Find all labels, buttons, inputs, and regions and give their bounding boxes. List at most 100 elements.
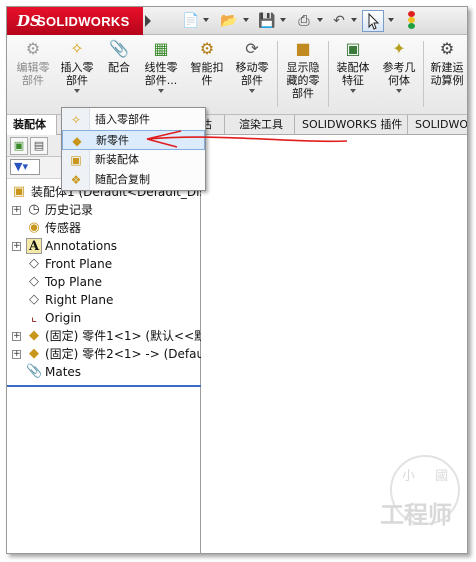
tree-item-label: Annotations — [45, 239, 118, 253]
chevron-down-icon[interactable] — [249, 89, 255, 93]
tab-render-tools[interactable]: 渲染工具 — [233, 115, 295, 135]
ds-logo-icon: DS — [17, 12, 41, 30]
edit-component-button[interactable]: ⚙ 编辑零 部件 — [13, 39, 53, 111]
edit-component-label-line1: 编辑零 — [16, 61, 50, 74]
move-component-button[interactable]: ⟳ 移动零 部件 — [231, 39, 273, 111]
solidworks-logo[interactable]: DS SOLIDWORKS — [7, 7, 143, 35]
expand-plus-icon[interactable]: + — [12, 242, 21, 251]
tree-item-part2[interactable]: + ◆ (固定) 零件2<1> -> (Defau — [7, 345, 201, 363]
tree-item-sensors[interactable]: ◉ 传感器 — [7, 219, 201, 237]
chevron-down-icon[interactable] — [243, 18, 249, 22]
chevron-down-icon[interactable] — [351, 18, 357, 22]
save-disk-icon[interactable]: 💾 — [257, 11, 277, 31]
filter-funnel-icon[interactable]: ▼▾ — [10, 159, 40, 175]
sensor-icon: ◉ — [28, 220, 40, 235]
print-icon[interactable]: ⎙ — [294, 11, 314, 31]
tree-item-front-plane[interactable]: ◇ Front Plane — [7, 255, 201, 273]
tree-item-label: Mates — [45, 365, 82, 379]
tree-item-right-plane[interactable]: ◇ Right Plane — [7, 291, 201, 309]
show-hidden-components-button[interactable]: ■ 显示隐 藏的零 部件 — [281, 39, 325, 111]
brand-name: SOLIDWORKS — [37, 14, 130, 29]
move-component-label-line2: 部件 — [241, 74, 263, 87]
insert-component-icon: ✧ — [70, 39, 84, 58]
graphics-area[interactable]: 小 國 工程师 — [202, 135, 467, 553]
tree-item-annotations[interactable]: + A Annotations — [7, 237, 201, 255]
plane-icon: ◇ — [29, 292, 39, 307]
select-button[interactable] — [362, 10, 384, 32]
linear-pattern-label-line2: 部件... — [144, 74, 178, 87]
select-pointer-icon — [368, 12, 380, 30]
toolbar-divider — [277, 41, 278, 107]
menu-item-label: 新零件 — [96, 134, 129, 147]
feature-manager-tab-icon[interactable]: ▣ — [10, 137, 28, 155]
reference-geometry-label-line1: 参考几 — [382, 61, 416, 74]
tree-item-label: Front Plane — [45, 257, 113, 271]
new-assembly-icon: ▣ — [70, 153, 82, 167]
menu-item-new-part[interactable]: ◆ 新零件 — [62, 130, 205, 150]
copy-with-mates-icon: ❖ — [70, 173, 82, 187]
traffic-light-icon[interactable] — [407, 11, 417, 31]
tree-item-origin[interactable]: ⌞ Origin — [7, 309, 201, 327]
assembly-features-button[interactable]: ▣ 装配体 特征 — [332, 39, 374, 111]
watermark-bottom-text: 工程师 — [380, 500, 452, 529]
part-icon: ◆ — [29, 346, 39, 361]
linear-pattern-button[interactable]: ▦ 线性零 部件... — [139, 39, 183, 111]
chevron-down-icon[interactable] — [317, 18, 323, 22]
new-motion-study-label-line1: 新建运 — [430, 61, 464, 74]
tree-item-part1[interactable]: + ◆ (固定) 零件1<1> (默认<<默 — [7, 327, 201, 345]
insert-components-label-line2: 部件 — [66, 74, 88, 87]
linear-pattern-icon: ▦ — [153, 39, 169, 58]
reference-geometry-button[interactable]: ✦ 参考几 何体 — [378, 39, 420, 111]
property-manager-tab-icon[interactable]: ▤ — [30, 137, 48, 155]
menu-item-insert-component[interactable]: ✧ 插入零部件 — [62, 110, 205, 130]
solidworks-window: DS SOLIDWORKS 📄 📂 💾 ⎙ ↶ ⚙ 编辑零 部件 ✧ 插入零 部… — [6, 6, 468, 554]
tree-item-label: Top Plane — [45, 275, 102, 289]
new-document-icon[interactable]: 📄 — [182, 11, 200, 31]
chevron-down-icon[interactable] — [203, 18, 209, 22]
show-hidden-label-line1: 显示隐 — [286, 61, 320, 74]
smart-fasteners-button[interactable]: ⚙ 智能扣 件 — [187, 39, 227, 111]
tree-item-top-plane[interactable]: ◇ Top Plane — [7, 273, 201, 291]
new-motion-study-button[interactable]: ⚙ 新建运 动算例 — [426, 39, 467, 111]
edit-component-icon: ⚙ — [25, 39, 41, 58]
assembly-features-label-line1: 装配体 — [336, 61, 370, 74]
tab-solidworks-more[interactable]: SOLIDWO — [409, 115, 467, 135]
tree-item-label: 历史记录 — [45, 203, 94, 217]
smart-fasteners-label-line2: 件 — [201, 74, 213, 87]
show-hidden-icon: ■ — [295, 39, 311, 58]
menu-item-label: 新装配体 — [95, 153, 139, 166]
tree-item-label: (固定) 零件1<1> (默认<<默 — [45, 329, 201, 343]
tab-solidworks-addins[interactable]: SOLIDWORKS 插件 — [296, 115, 408, 135]
menu-expand-arrow-icon[interactable] — [145, 15, 151, 27]
show-hidden-label-line3: 部件 — [292, 87, 314, 100]
tree-item-label: Origin — [45, 311, 82, 325]
tree-rollback-bar[interactable] — [7, 385, 201, 387]
chevron-down-icon[interactable] — [74, 89, 80, 93]
assembly-feature-icon: ▣ — [345, 39, 361, 58]
chevron-down-icon[interactable] — [388, 18, 394, 22]
tab-assembly[interactable]: 装配体 — [7, 115, 57, 135]
undo-icon[interactable]: ↶ — [330, 11, 348, 31]
menu-item-new-assembly[interactable]: ▣ 新装配体 — [62, 150, 205, 170]
tree-item-history[interactable]: + ◷ 历史记录 — [7, 201, 201, 219]
assembly-features-label-line2: 特征 — [342, 74, 364, 87]
chevron-down-icon[interactable] — [350, 89, 356, 93]
open-folder-icon[interactable]: 📂 — [219, 11, 239, 31]
insert-components-button[interactable]: ✧ 插入零 部件 — [57, 39, 97, 111]
chevron-down-icon[interactable] — [280, 18, 286, 22]
chevron-down-icon[interactable] — [396, 89, 402, 93]
part-icon: ◆ — [29, 328, 39, 343]
show-hidden-label-line2: 藏的零 — [286, 74, 320, 87]
expand-plus-icon[interactable]: + — [12, 206, 21, 215]
expand-plus-icon[interactable]: + — [12, 332, 21, 341]
plane-icon: ◇ — [29, 274, 39, 289]
expand-plus-icon[interactable]: + — [12, 350, 21, 359]
menu-item-copy-with-mates[interactable]: ❖ 随配合复制 — [62, 170, 205, 190]
title-bar: DS SOLIDWORKS 📄 📂 💾 ⎙ ↶ — [7, 7, 467, 35]
insert-components-dropdown: ✧ 插入零部件 ◆ 新零件 ▣ 新装配体 ❖ 随配合复制 — [61, 107, 206, 191]
move-component-icon: ⟳ — [245, 39, 259, 58]
tree-item-mates[interactable]: 📎 Mates — [7, 363, 201, 381]
watermark-top-text: 小 國 — [402, 469, 457, 484]
mate-button[interactable]: 📎 配合 — [102, 39, 136, 111]
chevron-down-icon[interactable] — [158, 89, 164, 93]
